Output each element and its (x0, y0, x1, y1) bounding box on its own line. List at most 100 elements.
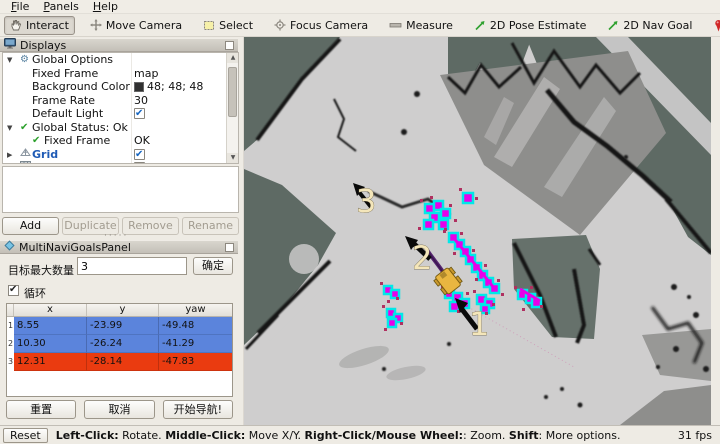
goal-row-2[interactable]: 2 10.30 -26.24 -41.29 (7, 335, 232, 353)
crosshair-icon (274, 19, 286, 31)
display-description-box (2, 166, 239, 213)
interact-tool-button[interactable]: Interact (4, 15, 75, 35)
cell-x[interactable]: 10.30 (14, 335, 87, 353)
publish-point-tool-button[interactable]: Publish Point (707, 16, 720, 35)
tree-row-status-fixed-frame[interactable]: ✔ Fixed Frame OK (3, 134, 238, 148)
move-arrows-icon (89, 19, 102, 31)
map-checkbox[interactable] (134, 161, 145, 163)
green-arrow-icon (474, 19, 486, 31)
cell-y[interactable]: -28.14 (87, 353, 159, 371)
mouse-help-text: Left-Click: Rotate. Middle-Click: Move X… (55, 428, 621, 442)
gear-icon: ⚙ (20, 54, 29, 65)
occupancy-map: 1 2 3 (244, 37, 711, 425)
status-ok-check-icon: ✔ (20, 121, 29, 133)
tree-row-global-options[interactable]: ▼ ⚙ Global Options (3, 53, 238, 67)
goal-row-1[interactable]: 1 8.55 -23.99 -49.48 (7, 317, 232, 335)
background-color-value[interactable]: 48; 48; 48 (134, 80, 203, 94)
start-navigation-button[interactable]: 开始导航! (162, 400, 233, 419)
panel-float-button[interactable] (225, 243, 234, 252)
menu-help[interactable]: Help (86, 0, 125, 14)
map-display-icon (20, 161, 31, 163)
fixed-frame-value[interactable]: map (134, 67, 158, 81)
fps-counter: 31 fps (677, 428, 712, 442)
displays-panel-header[interactable]: Displays (0, 38, 238, 52)
expand-arrow-icon[interactable]: ▼ (7, 122, 12, 136)
cell-x[interactable]: 8.55 (14, 317, 87, 335)
select-tool-button[interactable]: Select (197, 16, 259, 35)
goal-label-2: 2 (412, 239, 432, 277)
goals-table: x y yaw 1 8.55 -23.99 -49.48 2 10.30 -26… (6, 303, 233, 397)
expand-arrow-icon[interactable]: ▼ (7, 54, 12, 68)
displays-tree: ▼ ⚙ Global Options Fixed Frame map Backg… (2, 52, 239, 164)
collapse-arrow-icon[interactable]: ▶ (7, 149, 12, 163)
cancel-goals-button[interactable]: 取消 (84, 400, 155, 419)
goal-label-3: 3 (356, 182, 376, 220)
loop-checkbox[interactable] (8, 284, 19, 296)
cell-yaw[interactable]: -41.29 (159, 335, 232, 353)
render-viewport[interactable]: 1 2 3 (243, 37, 711, 425)
panel-splitter-handle[interactable]: ····· (104, 232, 134, 241)
grid-checkbox[interactable] (134, 148, 145, 161)
goal-label-1: 1 (469, 305, 489, 343)
menu-panels[interactable]: Panels (36, 0, 85, 14)
tree-row-grid[interactable]: ▶ Grid (3, 147, 238, 163)
displays-panel-title: Displays (20, 38, 67, 52)
confirm-button[interactable]: 确定 (193, 257, 233, 275)
diamond-icon (4, 240, 15, 254)
hand-icon (10, 19, 22, 31)
color-swatch (134, 82, 144, 92)
cell-y[interactable]: -23.99 (87, 317, 159, 335)
panel-float-button[interactable] (225, 41, 234, 50)
scroll-up-icon[interactable]: ▲ (227, 53, 238, 63)
column-header-yaw[interactable]: yaw (159, 304, 232, 316)
green-arrow-icon (607, 19, 619, 31)
rename-display-button[interactable]: Rename (182, 217, 239, 235)
scrollbar-thumb[interactable] (228, 67, 237, 117)
selection-box-icon (203, 19, 215, 31)
goals-panel-title: MultiNaviGoalsPanel (19, 240, 131, 254)
scroll-down-icon[interactable]: ▼ (227, 153, 238, 163)
collapse-arrow-icon[interactable]: ▶ (7, 162, 12, 163)
goal-row-3[interactable]: 3 12.31 -28.14 -47.83 (7, 353, 232, 371)
default-light-checkbox[interactable] (134, 107, 145, 121)
reset-goals-button[interactable]: 重置 (6, 400, 77, 419)
monitor-icon (4, 38, 16, 52)
tree-row-fixed-frame[interactable]: Fixed Frame map (3, 67, 238, 81)
nav-goal-tool-button[interactable]: 2D Nav Goal (601, 16, 698, 35)
cell-yaw[interactable]: -47.83 (159, 353, 232, 371)
cell-yaw[interactable]: -49.48 (159, 317, 232, 335)
column-header-x[interactable]: x (14, 304, 87, 316)
tree-row-global-status[interactable]: ▼ ✔ Global Status: Ok (3, 121, 238, 135)
column-header-y[interactable]: y (87, 304, 159, 316)
status-bar: Reset Left-Click: Rotate. Middle-Click: … (0, 425, 720, 444)
measure-tool-button[interactable]: Measure (383, 16, 459, 35)
cell-x[interactable]: 12.31 (14, 353, 87, 371)
pose-estimate-tool-button[interactable]: 2D Pose Estimate (468, 16, 593, 35)
tree-row-frame-rate[interactable]: Frame Rate 30 (3, 94, 238, 108)
goals-panel-header[interactable]: MultiNaviGoalsPanel (0, 240, 238, 254)
status-ok-check-icon: ✔ (32, 135, 41, 146)
tool-bar: Interact Move Camera Select Focus Camera… (0, 14, 720, 37)
status-fixed-frame-value: OK (134, 134, 150, 147)
menu-file[interactable]: File (4, 0, 36, 14)
reset-view-button[interactable]: Reset (3, 427, 48, 443)
focus-camera-tool-button[interactable]: Focus Camera (268, 16, 374, 35)
cell-y[interactable]: -26.24 (87, 335, 159, 353)
add-display-button[interactable]: Add (2, 217, 59, 235)
max-goal-input[interactable] (77, 257, 187, 275)
tree-scrollbar[interactable]: ▲ ▼ (226, 53, 238, 163)
goals-action-buttons: 重置 取消 开始导航! (6, 400, 233, 419)
tree-row-map[interactable]: ▶ Map (3, 161, 238, 163)
tree-row-background-color[interactable]: Background Color 48; 48; 48 (3, 80, 238, 94)
rviz-window: File Panels Help Interact Move Camera Se… (0, 0, 720, 444)
move-camera-tool-button[interactable]: Move Camera (84, 16, 188, 35)
max-goal-label: 目标最大数量 (8, 264, 74, 277)
goals-table-header: x y yaw (7, 304, 232, 317)
red-pin-icon (713, 19, 720, 32)
frame-rate-value[interactable]: 30 (134, 94, 148, 108)
grid-display-icon (20, 147, 31, 162)
remove-display-button[interactable]: Remove (122, 217, 179, 235)
ruler-icon (389, 19, 402, 31)
menu-bar: File Panels Help (0, 0, 720, 14)
tree-row-default-light[interactable]: Default Light (3, 107, 238, 121)
